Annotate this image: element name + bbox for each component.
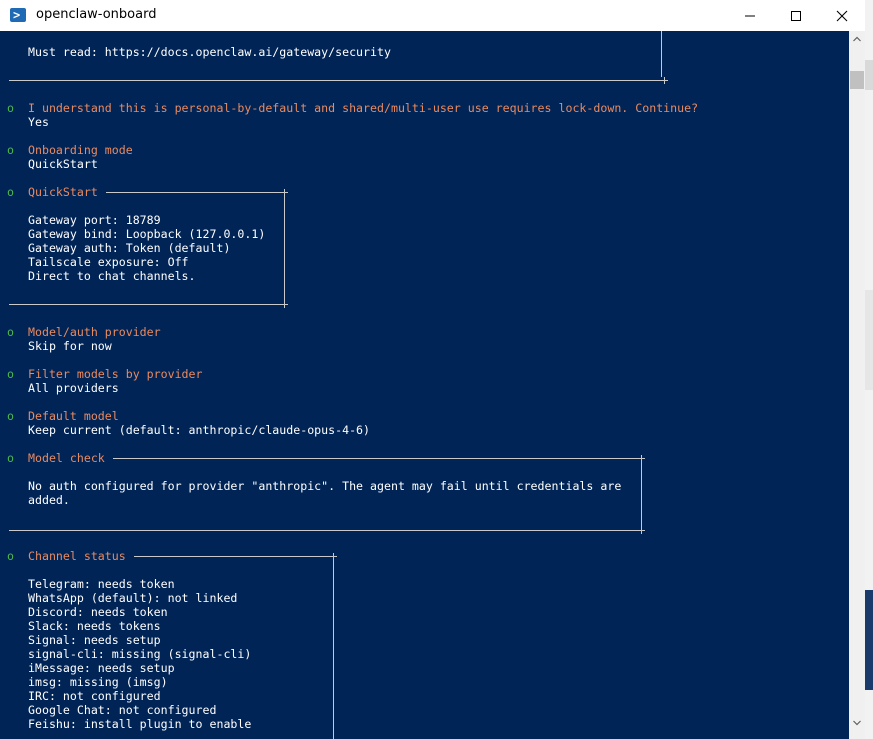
box-border [284, 196, 285, 302]
box-corner [661, 77, 668, 84]
quickstart-line: Direct to chat channels. [28, 269, 196, 283]
box-border [9, 80, 665, 81]
channel-status-line: imsg: missing (imsg) [28, 675, 168, 689]
vertical-scrollbar[interactable] [849, 31, 865, 739]
quickstart-line: Gateway port: 18789 [28, 213, 161, 227]
channel-status-title: Channel status [28, 549, 126, 563]
maximize-button[interactable] [773, 0, 819, 31]
auth-provider-label: Model/auth provider [28, 325, 161, 339]
box-border [333, 560, 334, 739]
terminal-window: > openclaw-onboard Must read: https://do… [0, 0, 865, 739]
model-check-line: No auth configured for provider "anthrop… [28, 479, 622, 493]
channel-status-line: Slack: needs tokens [28, 619, 161, 633]
box-border [9, 304, 288, 305]
channel-status-line: Telegram: needs token [28, 577, 175, 591]
channel-status-line: Google Chat: not configured [28, 703, 217, 717]
box-border [113, 458, 641, 459]
step-marker: o [7, 549, 14, 563]
auth-provider-value: Skip for now [28, 339, 112, 353]
security-must-read: Must read: https://docs.openclaw.ai/gate… [28, 45, 391, 59]
channel-status-line: WhatsApp (default): not linked [28, 591, 238, 605]
step-marker: o [7, 101, 14, 115]
powershell-icon: > [10, 8, 26, 22]
box-corner [638, 527, 645, 534]
window-title: openclaw-onboard [36, 7, 157, 22]
chevron-up-icon [853, 36, 861, 42]
default-model-label: Default model [28, 409, 119, 423]
channel-status-line: Discord: needs token [28, 605, 168, 619]
box-corner [281, 189, 288, 196]
step-marker: o [7, 409, 14, 423]
scroll-down-button[interactable] [849, 715, 865, 732]
scroll-up-button[interactable] [849, 31, 865, 48]
minimize-button[interactable] [727, 0, 773, 31]
box-border [106, 192, 284, 193]
title-bar[interactable]: > openclaw-onboard [0, 0, 865, 31]
close-button[interactable] [819, 0, 865, 31]
default-model-value: Keep current (default: anthropic/claude-… [28, 423, 371, 437]
channel-status-line: Signal: needs setup [28, 633, 161, 647]
confirm-prompt: I understand this is personal-by-default… [28, 101, 699, 115]
quickstart-line: Gateway auth: Token (default) [28, 241, 231, 255]
box-corner [638, 455, 645, 462]
box-corner [281, 301, 288, 308]
console-output[interactable]: Must read: https://docs.openclaw.ai/gate… [0, 31, 849, 739]
filter-models-label: Filter models by provider [28, 367, 203, 381]
scroll-thumb[interactable] [850, 71, 864, 89]
channel-status-line: IRC: not configured [28, 689, 161, 703]
channel-status-line: Feishu: install plugin to enable [28, 717, 252, 731]
step-marker: o [7, 451, 14, 465]
filter-models-value: All providers [28, 381, 119, 395]
quickstart-line: Gateway bind: Loopback (127.0.0.1) [28, 227, 266, 241]
step-marker: o [7, 325, 14, 339]
box-border [641, 462, 642, 528]
minimize-icon [745, 15, 755, 17]
model-check-title: Model check [28, 451, 105, 465]
channel-status-line: signal-cli: missing (signal-cli) [28, 647, 252, 661]
step-marker: o [7, 367, 14, 381]
onboarding-mode-value: QuickStart [28, 157, 98, 171]
box-corner [330, 553, 337, 560]
onboarding-mode-label: Onboarding mode [28, 143, 133, 157]
quickstart-title: QuickStart [28, 185, 98, 199]
quickstart-line: Tailscale exposure: Off [28, 255, 189, 269]
box-border [134, 556, 334, 557]
chevron-down-icon [853, 720, 861, 726]
background-desktop [865, 0, 873, 739]
close-icon [836, 10, 848, 22]
box-border [9, 530, 645, 531]
maximize-icon [791, 11, 801, 21]
box-border [661, 31, 662, 77]
model-check-line: added. [28, 493, 70, 507]
step-marker: o [7, 143, 14, 157]
step-marker: o [7, 185, 14, 199]
confirm-answer: Yes [28, 115, 49, 129]
channel-status-line: iMessage: needs setup [28, 661, 175, 675]
